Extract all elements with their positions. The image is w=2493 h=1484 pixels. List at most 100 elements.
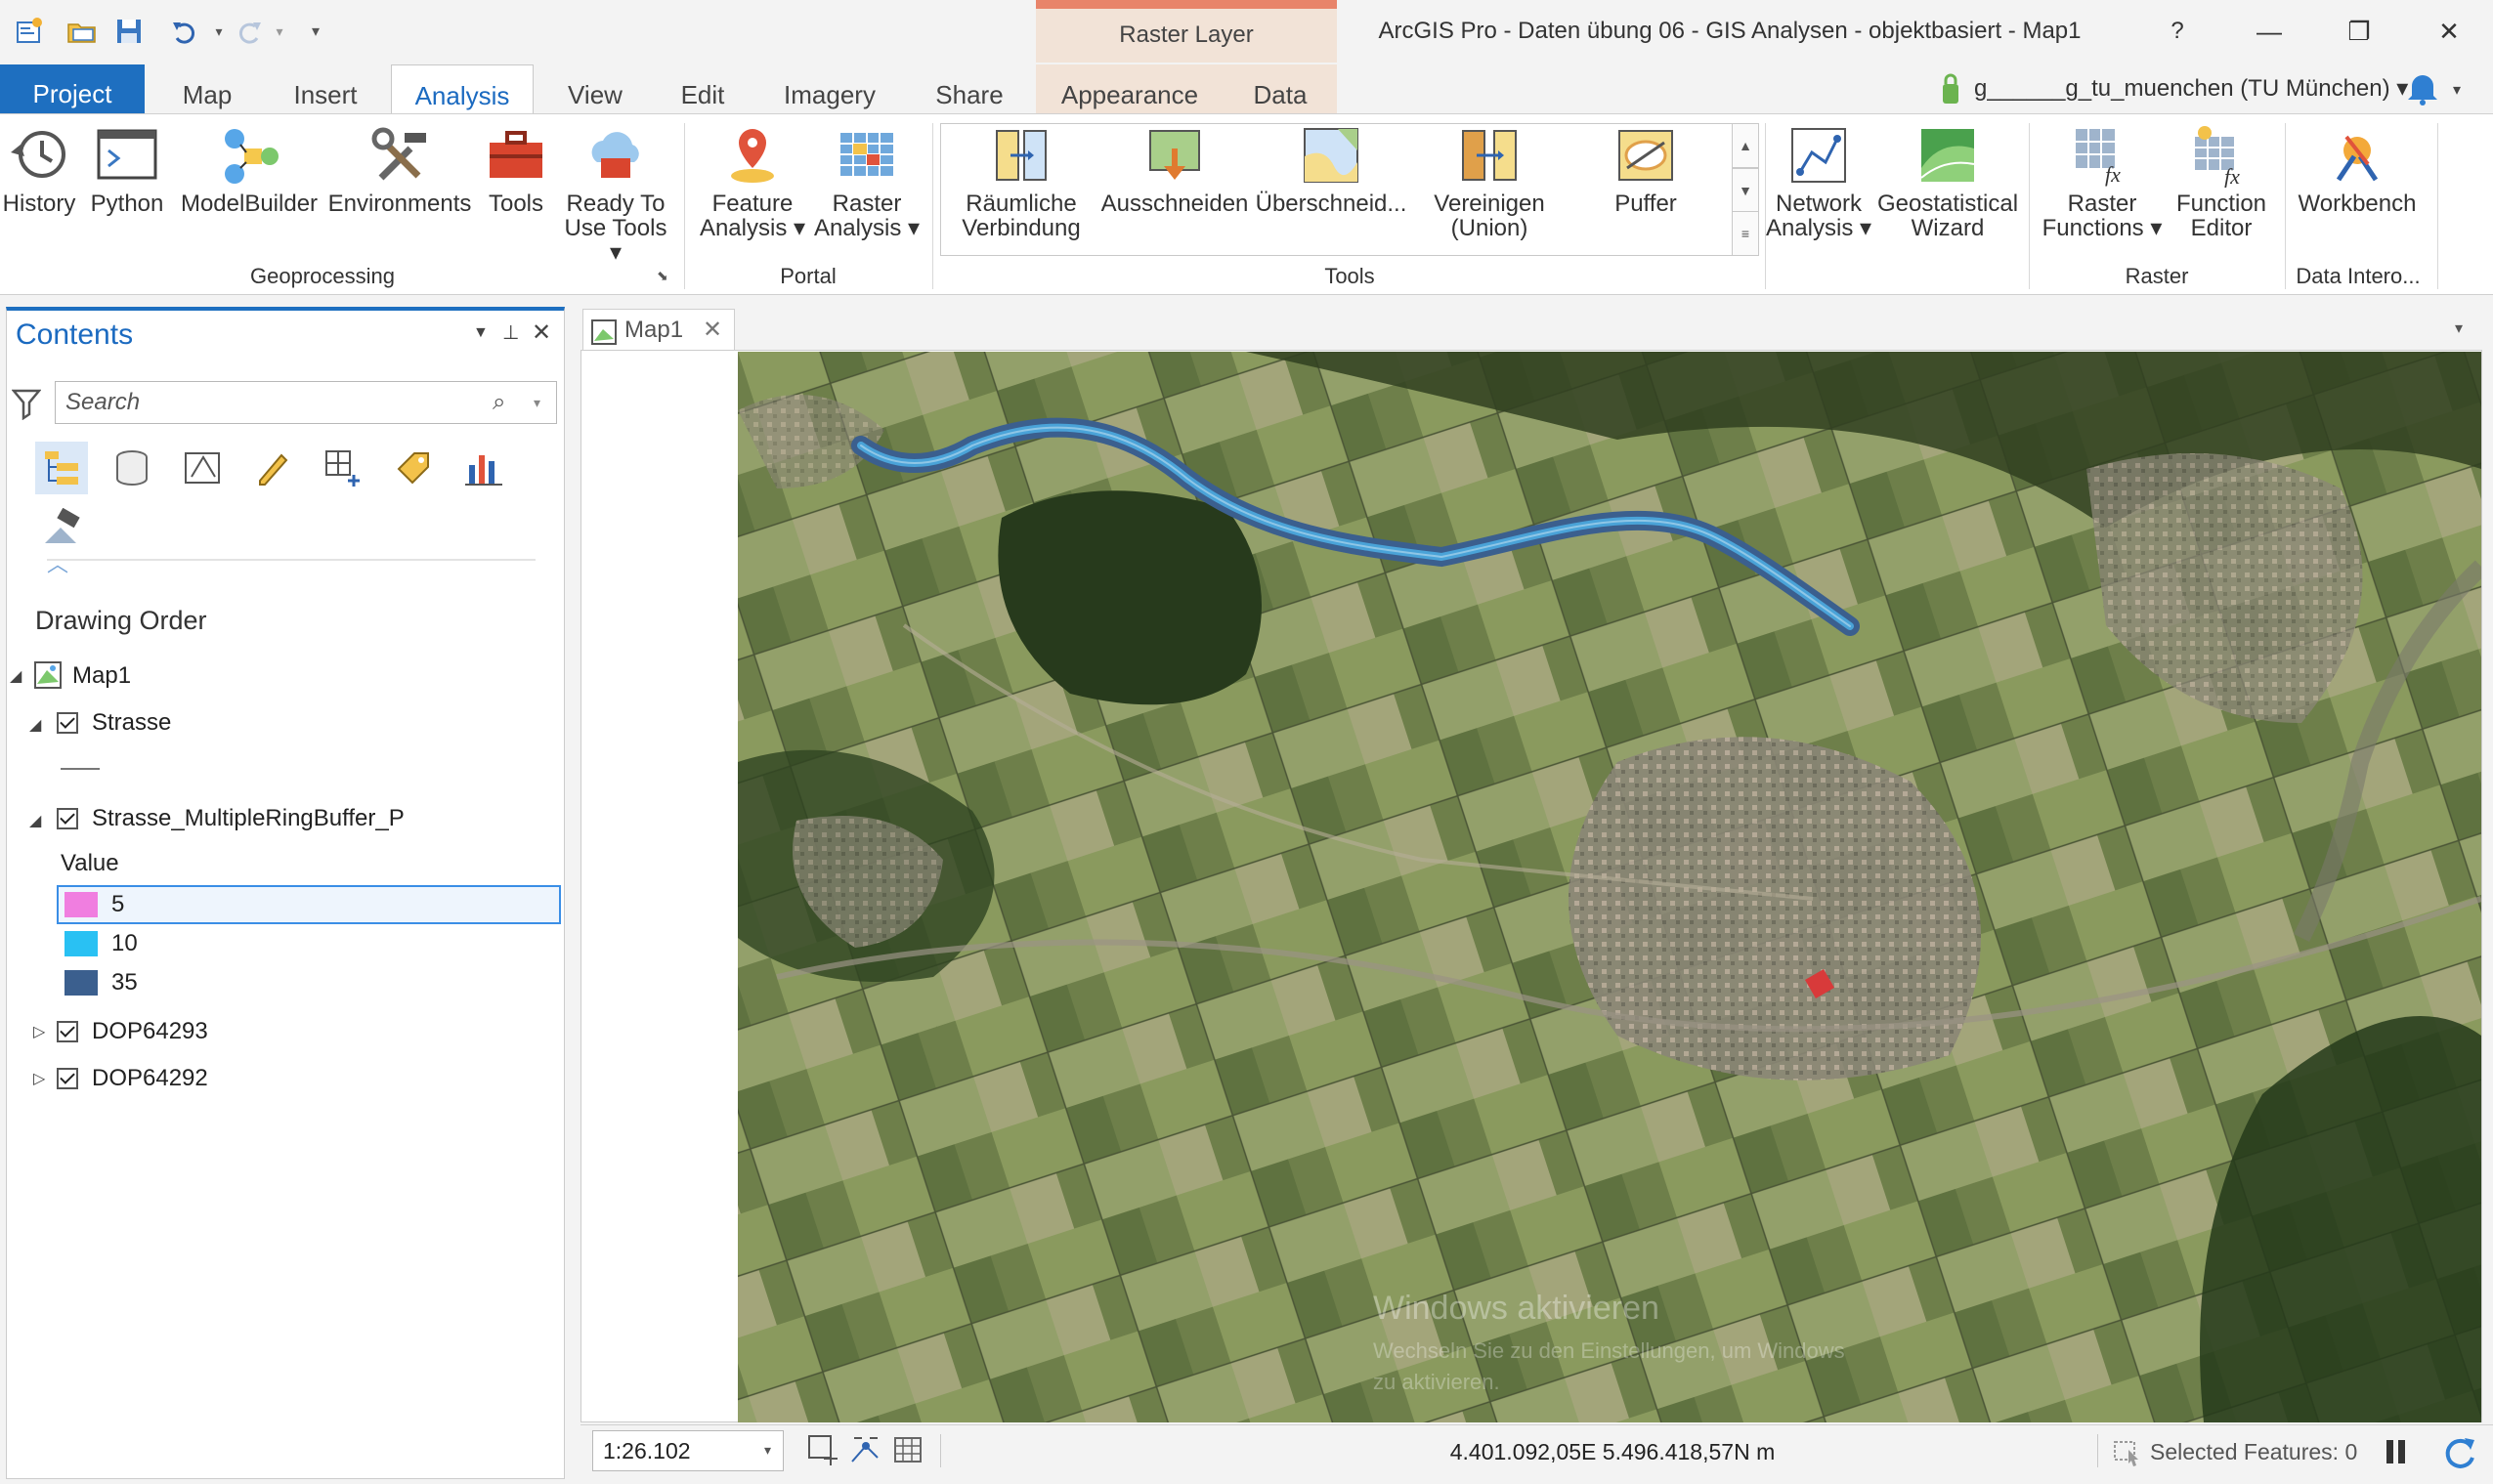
close-pane-icon[interactable]: ✕ [532, 318, 551, 347]
cursor-coordinates: 4.401.092,05E 5.496.418,57N m [1449, 1439, 1776, 1464]
expand-buffer-icon[interactable]: ◢ [29, 811, 41, 830]
intersect-button[interactable]: Überschneid... [1253, 119, 1409, 256]
redo-dropdown-icon[interactable]: ▾ [270, 10, 289, 53]
workbench-button[interactable]: Workbench [2291, 119, 2424, 256]
function-editor-button[interactable]: fx Function Editor [2166, 119, 2277, 256]
collapse-toolbar-icon[interactable]: ︿ [47, 547, 68, 578]
spatial-join-button[interactable]: Räumliche Verbindung [948, 119, 1095, 256]
clip-button[interactable]: Ausschneiden [1100, 119, 1249, 256]
dop64293-visibility-checkbox[interactable] [57, 1021, 78, 1042]
buffer-button[interactable]: Puffer [1569, 119, 1722, 256]
list-by-snapping-icon[interactable] [317, 442, 369, 494]
tab-analysis[interactable]: Analysis [391, 64, 534, 113]
refresh-icon[interactable] [2439, 1432, 2478, 1471]
collapse-ribbon-icon[interactable]: ▾ [2453, 80, 2482, 100]
tab-imagery[interactable]: Imagery [766, 64, 893, 113]
spatial-join-icon [948, 119, 1095, 191]
tab-view[interactable]: View [547, 64, 643, 113]
view-options-icon[interactable]: ▾ [2455, 318, 2463, 338]
strasse-layer[interactable]: Strasse [92, 703, 171, 742]
minimize-button[interactable]: — [2230, 0, 2308, 63]
buffer-layer[interactable]: Strasse_MultipleRingBuffer_P [92, 799, 405, 838]
dop64292-visibility-checkbox[interactable] [57, 1068, 78, 1089]
scale-dropdown-icon[interactable]: ▾ [764, 1442, 771, 1459]
new-project-icon[interactable] [8, 10, 51, 53]
list-by-editing-icon[interactable] [246, 442, 299, 494]
history-button[interactable]: History [0, 119, 78, 256]
selected-features-count[interactable]: Selected Features: 0 [2150, 1432, 2404, 1471]
union-button[interactable]: Vereinigen (Union) [1413, 119, 1566, 256]
maximize-button[interactable]: ❐ [2320, 0, 2398, 63]
close-map-tab-icon[interactable]: ✕ [703, 310, 722, 351]
tab-project[interactable]: Project [0, 64, 145, 113]
pause-drawing-icon[interactable] [2383, 1436, 2410, 1467]
dop64293-layer[interactable]: DOP64293 [92, 1012, 208, 1051]
fixed-zoom-icon[interactable] [805, 1432, 838, 1467]
save-project-icon[interactable] [107, 10, 150, 53]
environments-button[interactable]: Environments [326, 119, 473, 256]
python-button[interactable]: Python [84, 119, 170, 256]
value-field-heading: Value [61, 850, 119, 876]
user-account-menu[interactable]: g______g_tu_muenchen (TU München) ▾ [1974, 66, 2443, 111]
network-analysis-button[interactable]: Network Analysis ▾ [1765, 119, 1872, 256]
raster-functions-button[interactable]: fx Raster Functions ▾ [2039, 119, 2166, 256]
network-analysis-label-2: Analysis ▾ [1765, 215, 1872, 241]
tab-data[interactable]: Data [1224, 64, 1337, 113]
raster-analysis-button[interactable]: Raster Analysis ▾ [813, 119, 921, 256]
expand-dop64293-icon[interactable]: ▷ [33, 1022, 45, 1041]
tab-appearance[interactable]: Appearance [1036, 64, 1224, 113]
pane-options-icon[interactable]: ▼ [473, 324, 489, 342]
geoprocessing-launcher-icon[interactable]: ⬊ [657, 268, 668, 284]
geoprocessing-group-label: Geoprocessing [250, 264, 395, 288]
scale-selector[interactable]: 1:26.102 [592, 1430, 784, 1471]
close-button[interactable]: ✕ [2410, 0, 2488, 63]
customize-qat-icon[interactable]: ▾ [301, 10, 330, 53]
grid-icon[interactable] [891, 1432, 924, 1467]
undo-dropdown-icon[interactable]: ▾ [209, 10, 229, 53]
tab-map[interactable]: Map [156, 64, 258, 113]
buffer-label: Puffer [1614, 191, 1677, 217]
contents-search-input[interactable]: Search [55, 381, 557, 424]
tools-button[interactable]: Tools [477, 119, 555, 256]
buffer-visibility-checkbox[interactable] [57, 808, 78, 829]
expand-strasse-icon[interactable]: ◢ [29, 715, 41, 735]
filter-icon[interactable] [11, 387, 42, 421]
expand-map1-icon[interactable]: ◢ [10, 666, 21, 686]
gallery-expand[interactable]: ≡ [1732, 211, 1759, 256]
legend-label-35[interactable]: 35 [111, 963, 138, 1002]
feature-analysis-button[interactable]: Feature Analysis ▾ [692, 119, 813, 256]
open-project-icon[interactable] [61, 10, 104, 53]
tab-edit[interactable]: Edit [659, 64, 747, 113]
expand-dop64292-icon[interactable]: ▷ [33, 1069, 45, 1088]
geostatistical-wizard-button[interactable]: Geostatistical Wizard [1872, 119, 2023, 256]
list-by-data-source-icon[interactable] [106, 442, 158, 494]
tools-label: Tools [488, 191, 544, 217]
gallery-scroll-down[interactable]: ▼ [1732, 168, 1759, 213]
modelbuilder-button[interactable]: ModelBuilder [176, 119, 322, 256]
undo-icon[interactable] [164, 10, 207, 53]
geostatistical-label-1: Geostatistical [1876, 191, 2019, 217]
tab-share[interactable]: Share [911, 64, 1028, 113]
toolbox-icon [477, 119, 555, 191]
list-by-labeling-icon[interactable] [387, 442, 440, 494]
map1-view-tab[interactable]: Map1 ✕ [582, 309, 735, 350]
strasse-visibility-checkbox[interactable] [57, 712, 78, 734]
list-by-selection-icon[interactable] [176, 442, 229, 494]
legend-row-selected[interactable] [57, 885, 561, 924]
list-by-drawing-order-icon[interactable] [35, 442, 88, 494]
dop64292-layer[interactable]: DOP64292 [92, 1059, 208, 1098]
snapping-icon[interactable] [848, 1432, 881, 1467]
notifications-icon[interactable] [2406, 70, 2439, 107]
pin-icon[interactable]: ⊥ [502, 320, 519, 345]
tab-insert[interactable]: Insert [274, 64, 377, 113]
map1-tree-item[interactable]: Map1 [72, 657, 131, 696]
search-icon[interactable]: ⌕ [493, 389, 505, 416]
list-charts-icon[interactable] [457, 442, 510, 494]
search-dropdown-icon[interactable]: ▾ [534, 395, 540, 411]
ready-to-use-tools-button[interactable]: Ready To Use Tools ▾ [561, 119, 670, 265]
help-button[interactable]: ? [2138, 0, 2216, 63]
gallery-scroll-up[interactable]: ▲ [1732, 123, 1759, 168]
redo-icon[interactable] [227, 10, 270, 53]
map-canvas[interactable]: Windows aktivieren Wechseln Sie zu den E… [738, 352, 2481, 1422]
legend-label-10[interactable]: 10 [111, 924, 138, 963]
